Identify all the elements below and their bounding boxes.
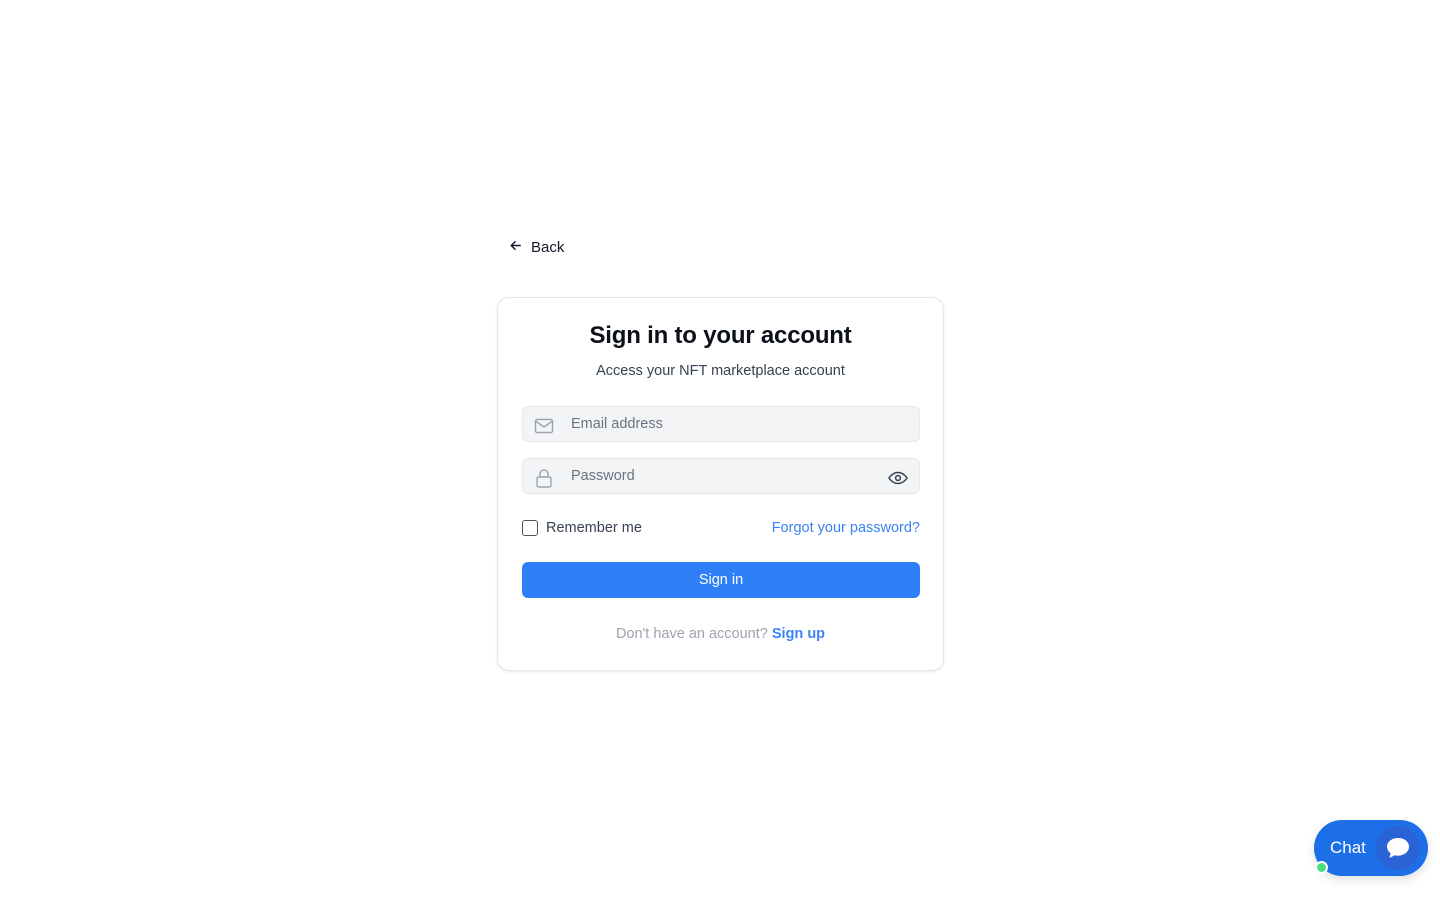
sign-up-link[interactable]: Sign up [772, 626, 825, 642]
back-link[interactable]: Back [508, 236, 564, 258]
remember-me-label: Remember me [546, 520, 642, 536]
back-label: Back [531, 238, 565, 256]
lock-icon [534, 468, 554, 488]
email-input[interactable] [571, 407, 919, 441]
online-status-indicator [1315, 861, 1328, 874]
chat-label: Chat [1330, 838, 1366, 857]
chat-bubble-icon [1375, 826, 1420, 870]
mail-icon [534, 416, 554, 436]
sign-in-page: Back Sign in to your account Access your… [0, 0, 1440, 900]
email-field [522, 406, 920, 442]
page-subtitle: Access your NFT marketplace account [596, 363, 845, 379]
page-title: Sign in to your account [589, 322, 852, 349]
password-field [522, 458, 920, 494]
remember-me[interactable]: Remember me [522, 520, 642, 536]
signup-prompt: Don't have an account? Sign up [498, 626, 943, 642]
form-options: Remember me Forgot your password? [522, 518, 920, 538]
remember-me-checkbox[interactable] [522, 520, 538, 536]
eye-icon[interactable] [888, 468, 908, 488]
sign-in-button[interactable]: Sign in [522, 562, 920, 598]
arrow-left-icon [508, 238, 523, 257]
forgot-password-link[interactable]: Forgot your password? [772, 520, 920, 536]
signup-prompt-text: Don't have an account? [615, 626, 768, 642]
sign-in-card: Sign in to your account Access your NFT … [497, 297, 944, 671]
chat-button[interactable]: Chat [1314, 820, 1428, 876]
password-input[interactable] [571, 459, 888, 493]
